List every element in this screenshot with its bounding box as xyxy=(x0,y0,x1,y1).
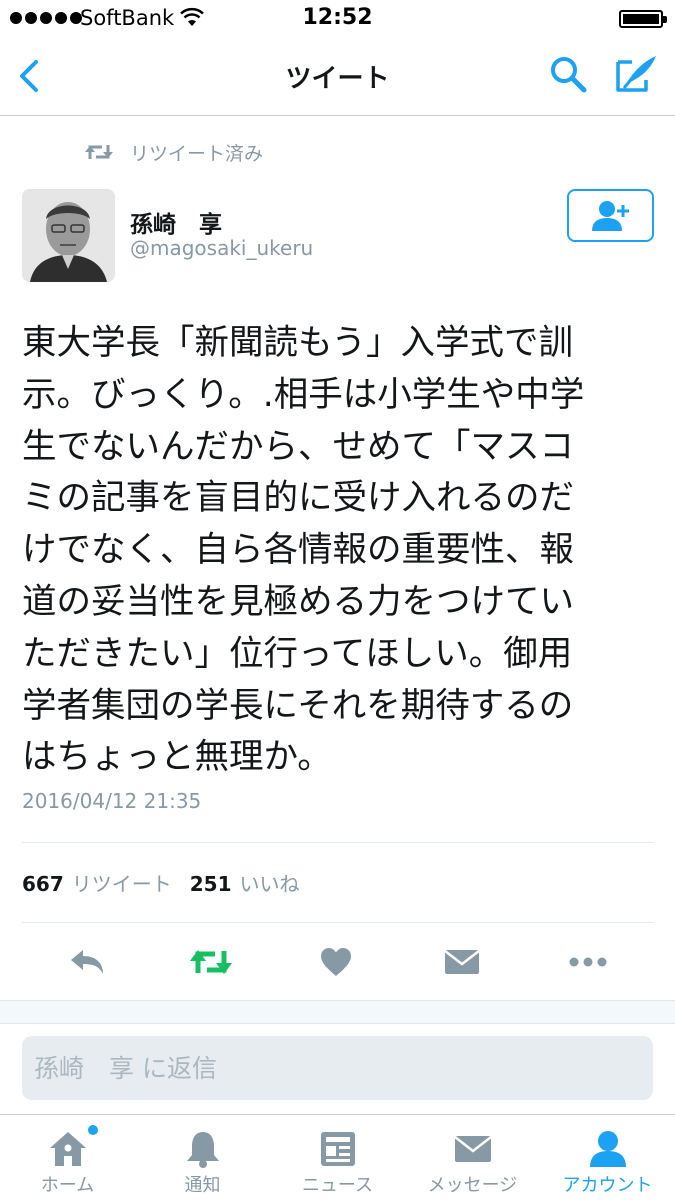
battery-icon xyxy=(619,10,667,28)
retweet-icon xyxy=(85,145,113,159)
compose-icon xyxy=(616,56,656,92)
like-count-label[interactable]: いいね xyxy=(240,868,300,897)
back-button[interactable] xyxy=(12,54,52,98)
retweet-button[interactable] xyxy=(186,940,236,984)
direct-message-button[interactable] xyxy=(437,940,487,984)
notification-dot xyxy=(88,1125,98,1135)
tweet-text-line: ただきたい」位行ってほしい。御用 xyxy=(22,633,573,674)
reply-button[interactable] xyxy=(62,940,112,984)
search-button[interactable] xyxy=(548,54,588,94)
reply-bar xyxy=(0,1024,675,1114)
home-icon xyxy=(49,1132,86,1166)
retweet-count[interactable]: 667 xyxy=(22,872,64,896)
retweet-count-label[interactable]: リツイート xyxy=(72,868,172,897)
retweet-icon xyxy=(190,950,232,974)
tweet-text-line: けでなく、自ら各情報の重要性、報 xyxy=(22,530,574,571)
like-button[interactable] xyxy=(311,940,361,984)
tweet-text-line: はちょっと無理か。 xyxy=(22,737,332,778)
tweet-text-line: 示。びっくり。.相手は小学生や中学 xyxy=(22,374,585,415)
tweet-stats: 667 リツイート 251 いいね xyxy=(22,868,310,897)
tweet-text-line: 東大学長「新聞読もう」入学式で訓 xyxy=(22,323,573,363)
tweet-text: 東大学長「新聞読もう」入学式で訓 示。びっくり。.相手は小学生や中学 生でないん… xyxy=(22,318,662,784)
reply-input[interactable] xyxy=(22,1036,653,1100)
tab-label: アカウント xyxy=(562,1175,653,1196)
section-separator xyxy=(0,1000,675,1024)
status-bar: SoftBank 12:52 xyxy=(0,0,675,36)
author-name[interactable]: 孫崎 享 xyxy=(130,205,222,239)
bell-icon xyxy=(186,1132,219,1168)
tab-notifications[interactable]: 通知 xyxy=(135,1115,270,1200)
retweeted-label: リツイート済み xyxy=(130,142,264,165)
like-count[interactable]: 251 xyxy=(190,872,232,896)
tweet-text-line: 学者集団の学長にそれを期待するの xyxy=(22,685,574,726)
heart-icon xyxy=(321,948,351,976)
tab-messages[interactable]: メッセージ xyxy=(405,1115,540,1200)
clock: 12:52 xyxy=(302,5,373,30)
tab-news[interactable]: ニュース xyxy=(270,1115,405,1200)
avatar[interactable] xyxy=(22,189,115,282)
tab-account[interactable]: アカウント xyxy=(540,1115,675,1200)
tab-label: 通知 xyxy=(184,1175,221,1196)
tweet-actions xyxy=(0,924,675,1000)
tweet-timestamp: 2016/04/12 21:35 xyxy=(22,789,202,813)
tab-home[interactable]: ホーム xyxy=(0,1115,135,1200)
tab-label: ホーム xyxy=(40,1175,95,1196)
tweet-text-line: ミの記事を盲目的に受け入れるのだ xyxy=(22,478,574,519)
tweet-text-line: 道の妥当性を見極める力をつけてい xyxy=(22,581,574,622)
tab-bar: ホーム 通知 ニュース メッセージ アカウント xyxy=(0,1114,675,1200)
person-icon xyxy=(589,1131,626,1167)
add-user-icon xyxy=(591,200,629,231)
divider xyxy=(22,842,653,843)
news-icon xyxy=(320,1132,355,1166)
reply-icon xyxy=(71,950,103,974)
more-button[interactable] xyxy=(563,940,613,984)
tab-label: ニュース xyxy=(301,1175,374,1196)
divider xyxy=(22,922,653,923)
compose-tweet-button[interactable] xyxy=(612,52,660,96)
more-icon xyxy=(569,957,607,967)
envelope-icon xyxy=(453,1136,492,1162)
follow-button[interactable] xyxy=(567,189,654,242)
search-icon xyxy=(551,57,587,93)
chevron-left-icon xyxy=(20,60,38,92)
retweeted-indicator: リツイート済み xyxy=(84,138,263,166)
tweet-text-line: 生でないんだから、せめて「マスコ xyxy=(22,426,574,467)
author-handle[interactable]: @magosaki_ukeru xyxy=(130,236,313,260)
envelope-icon xyxy=(444,950,480,974)
tab-label: メッセージ xyxy=(427,1175,518,1196)
nav-bar: ツイート xyxy=(0,36,675,116)
